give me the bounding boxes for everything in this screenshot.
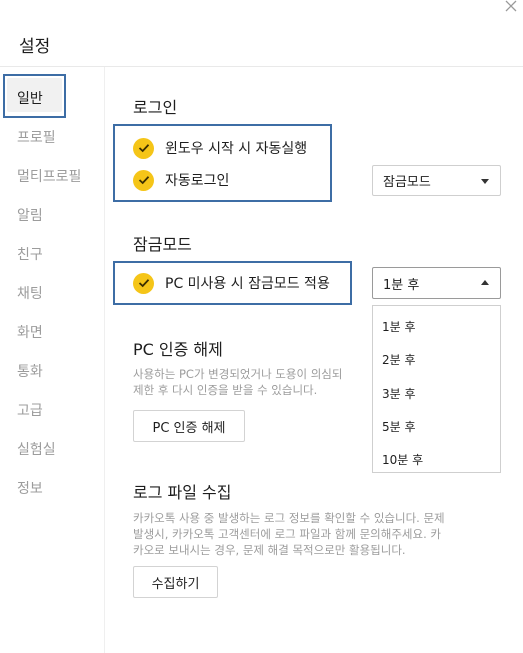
chevron-up-icon	[481, 280, 489, 285]
idle-lock-dropdown: 1분 후 2분 후 3분 후 5분 후 10분 후	[372, 305, 501, 473]
sidebar-item-profile[interactable]: 프로필	[17, 127, 56, 147]
collect-logs-button[interactable]: 수집하기	[133, 566, 218, 598]
sidebar-item-multiprofile[interactable]: 멀티프로필	[17, 166, 81, 186]
dropdown-option[interactable]: 2분 후	[382, 351, 416, 368]
sidebar-item-notifications[interactable]: 알림	[17, 205, 43, 225]
close-icon[interactable]	[505, 0, 517, 16]
sidebar-item-display[interactable]: 화면	[17, 322, 43, 342]
auto-login-select[interactable]: 잠금모드	[372, 165, 501, 196]
sidebar-item-advanced[interactable]: 고급	[17, 400, 43, 420]
pc-auth-section-title: PC 인증 해제	[133, 340, 223, 359]
auto-start-label: 윈도우 시작 시 자동실행	[165, 141, 308, 157]
sidebar-item-general[interactable]: 일반	[17, 88, 43, 108]
pc-auth-description: 사용하는 PC가 변경되었거나 도용이 의심되 제한 후 다시 인증을 받을 수…	[133, 367, 343, 397]
auto-login-label: 자동로그인	[165, 173, 230, 189]
sidebar-divider	[104, 67, 105, 653]
chevron-down-icon	[481, 178, 489, 184]
dropdown-option[interactable]: 5분 후	[382, 418, 416, 435]
idle-lock-label: PC 미사용 시 잠금모드 적용	[165, 276, 330, 292]
header-divider	[0, 66, 523, 67]
dropdown-option[interactable]: 3분 후	[382, 385, 416, 402]
sidebar-item-info[interactable]: 정보	[17, 478, 43, 498]
sidebar-item-call[interactable]: 통화	[17, 361, 43, 381]
dropdown-option[interactable]: 10분 후	[382, 451, 423, 468]
lock-mode-section-title: 잠금모드	[133, 235, 192, 254]
checkmark-icon	[133, 169, 154, 191]
checkmark-icon	[133, 272, 154, 294]
sidebar-item-friends[interactable]: 친구	[17, 244, 43, 264]
checkmark-icon	[133, 137, 154, 159]
log-collect-description: 카카오톡 사용 중 발생하는 로그 정보를 확인할 수 있습니다. 문제 발생시…	[133, 511, 445, 557]
login-section-title: 로그인	[133, 98, 178, 117]
dropdown-option[interactable]: 1분 후	[382, 318, 416, 335]
idle-lock-select-value: 1분 후	[383, 277, 420, 293]
auto-start-checkbox[interactable]: 윈도우 시작 시 자동실행	[133, 135, 307, 161]
auto-login-checkbox[interactable]: 자동로그인	[133, 167, 229, 193]
pc-auth-release-button[interactable]: PC 인증 해제	[133, 410, 245, 442]
auto-login-select-value: 잠금모드	[383, 175, 431, 190]
window-title: 설정	[19, 37, 51, 57]
log-collect-section-title: 로그 파일 수집	[133, 483, 232, 502]
sidebar-item-lab[interactable]: 실험실	[17, 439, 56, 459]
sidebar-item-chat[interactable]: 채팅	[17, 283, 43, 303]
idle-lock-select[interactable]: 1분 후	[372, 267, 501, 299]
idle-lock-checkbox[interactable]: PC 미사용 시 잠금모드 적용	[133, 270, 330, 296]
